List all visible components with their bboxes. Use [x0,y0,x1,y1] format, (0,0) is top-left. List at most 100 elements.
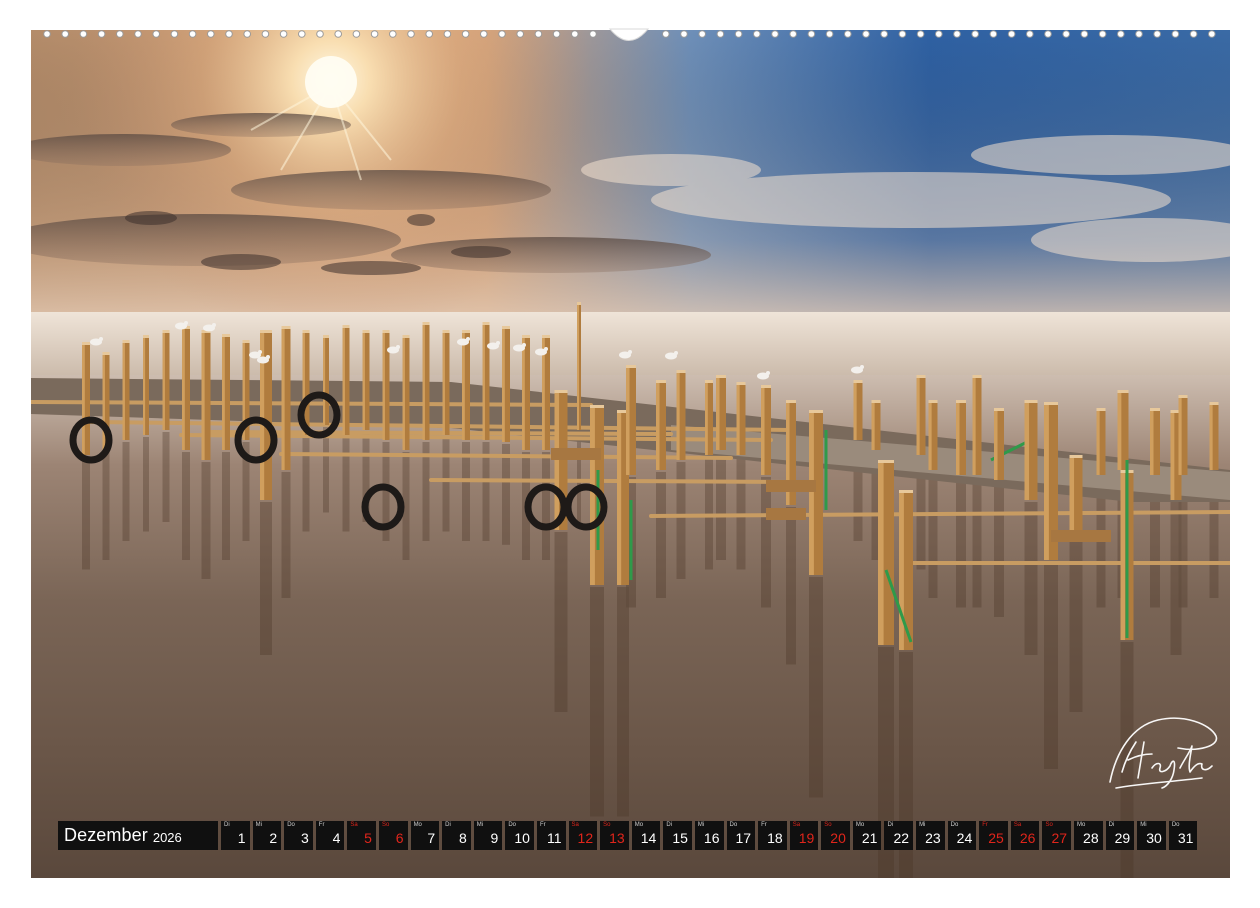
day-number: 30 [1146,830,1162,846]
day-cell: Di 8 [442,821,471,850]
day-cell: Di 22 [884,821,914,850]
day-cell: Fr 4 [315,821,345,850]
day-number: 22 [893,830,910,846]
day-cell: Di 29 [1105,821,1135,850]
day-number: 15 [672,830,688,846]
day-cell: Mi 9 [473,821,503,850]
weekday-abbr: Di [224,822,230,828]
weekday-abbr: Di [445,822,451,828]
weekday-abbr: Do [508,822,517,828]
day-number: 2 [269,830,278,846]
day-cell: Fr 11 [536,821,566,850]
weekday-abbr: Mo [413,822,422,828]
day-number: 7 [427,830,436,846]
weekday-abbr: Do [1171,822,1180,828]
day-cell: So 27 [1042,821,1072,850]
weekday-abbr: Fr [761,822,767,828]
day-number: 11 [546,830,562,846]
day-number: 8 [458,830,467,846]
weekday-abbr: Di [666,822,672,828]
day-cell: Mo 14 [631,821,661,850]
day-cell: Di 15 [663,821,692,850]
day-number: 31 [1177,830,1194,846]
weekday-abbr: Sa [571,822,579,828]
month-label: Dezember 2026 [58,821,218,850]
day-number: 5 [364,830,372,846]
weekday-abbr: Do [287,822,295,828]
weekday-abbr: So [603,822,611,828]
day-number: 29 [1114,830,1131,846]
weekday-abbr: Sa [350,822,358,828]
weekday-abbr: So [824,822,832,828]
day-number: 16 [703,830,720,846]
weekday-abbr: Di [887,822,894,828]
day-cell: So 13 [600,821,629,850]
day-number: 24 [956,830,973,846]
day-number: 17 [735,830,752,846]
day-number: 13 [609,830,625,846]
day-cell: Sa 19 [789,821,819,850]
day-number: 4 [332,830,341,846]
weekday-abbr: Sa [1013,822,1022,828]
day-number: 28 [1083,830,1099,846]
day-number: 23 [925,830,941,846]
day-number: 20 [830,830,846,846]
day-cell: Fr 18 [758,821,787,850]
weekday-abbr: So [1045,822,1053,828]
day-cell: Mi 16 [694,821,724,850]
wire-binding [30,26,1231,48]
day-number: 21 [861,830,878,846]
weekday-abbr: Mi [697,822,705,828]
calendar-page: Dezember 2026 Di 1 Mi 2 Do 3 Fr 4 Sa 5 So 6 Mo 7 Di 8 Mi… [0,0,1260,908]
month-year: 2026 [152,829,182,845]
day-cell: Mo 7 [410,821,440,850]
day-number: 19 [798,830,815,846]
day-cell: Do 24 [947,821,977,850]
day-number: 10 [514,830,530,846]
photo-artwork [31,30,1230,878]
day-number: 9 [490,830,499,846]
day-number: 3 [300,830,309,846]
day-number: 18 [767,830,783,846]
day-cell: Mo 21 [852,821,882,850]
day-cell: So 6 [378,821,408,850]
day-cell: Di 1 [221,821,250,850]
weekday-abbr: Sa [792,822,801,828]
weekday-abbr: Fr [539,822,546,828]
weekday-abbr: Mo [634,822,644,828]
weekday-abbr: Di [1108,822,1115,828]
day-number: 26 [1019,830,1036,846]
date-strip: Dezember 2026 Di 1 Mi 2 Do 3 Fr 4 Sa 5 So 6 Mo 7 Di 8 Mi… [58,821,1198,850]
day-cell: Mi 30 [1137,821,1166,850]
weekday-abbr: So [381,822,390,828]
day-number: 6 [395,830,404,846]
weekday-abbr: Fr [318,822,325,828]
day-cell: Fr 25 [979,821,1008,850]
day-cell: Do 10 [505,821,534,850]
day-cell: Mi 2 [252,821,282,850]
day-cell: Do 31 [1168,821,1198,850]
day-cell: Mo 28 [1074,821,1103,850]
day-cell: Sa 26 [1010,821,1040,850]
weekday-abbr: Mo [1077,822,1086,828]
day-number: 1 [237,830,246,846]
weekday-abbr: Mi [255,822,262,828]
weekday-abbr: Fr [982,822,988,828]
day-cell: Do 17 [726,821,756,850]
artist-signature [1098,712,1226,796]
weekday-abbr: Do [729,822,738,828]
day-cell: Do 3 [284,821,313,850]
photo-jetty-sunset [31,30,1230,878]
month-name: Dezember [64,825,148,845]
weekday-abbr: Mi [476,822,484,828]
binding-holes [43,28,1216,41]
day-number: 12 [577,830,594,846]
day-number: 14 [640,830,657,846]
day-number: 25 [988,830,1004,846]
day-cells: Di 1 Mi 2 Do 3 Fr 4 Sa 5 So 6 Mo 7 Di 8 Mi 9 Do 10 Fr 11 Sa 12 S… [221,821,1198,850]
day-number: 27 [1051,830,1068,846]
weekday-abbr: Mi [919,822,926,828]
day-cell: Sa 12 [568,821,598,850]
weekday-abbr: Do [950,822,959,828]
weekday-abbr: Mo [855,822,865,828]
